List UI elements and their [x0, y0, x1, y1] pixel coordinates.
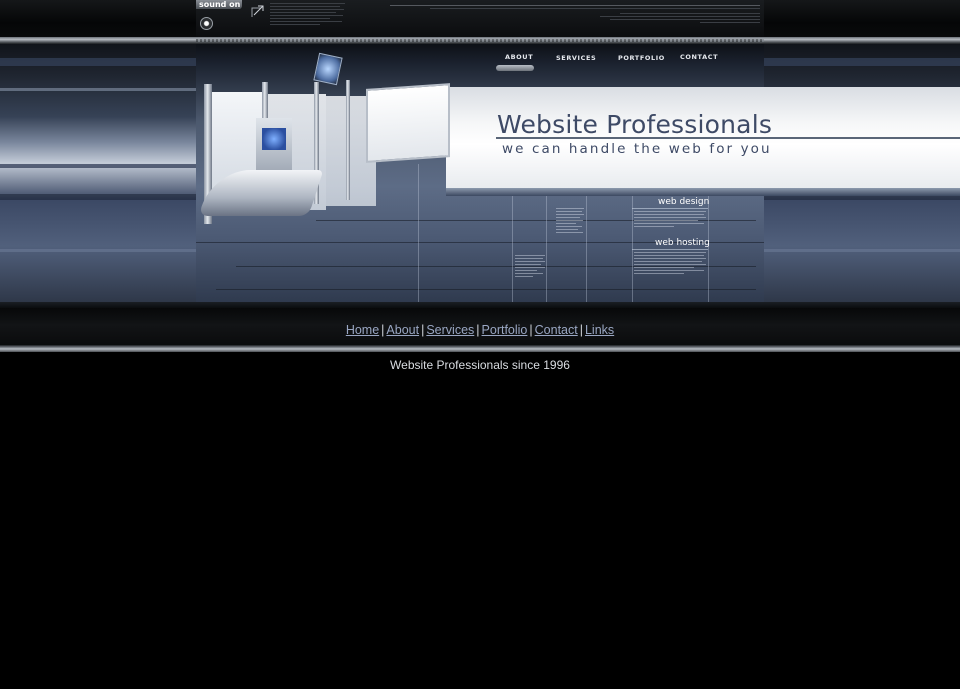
- nav-active-indicator: [496, 65, 534, 71]
- kiosk-screen: [262, 128, 286, 150]
- arrow-up-right-icon: [251, 5, 264, 17]
- footer-nav: Home | About | Services | Portfolio | Contact | Li…: [0, 322, 960, 338]
- decorative-text-block: [390, 5, 760, 11]
- copyright-text: Website Professionals since 1996: [390, 358, 570, 372]
- decorative-text-block: [270, 3, 345, 27]
- nav-portfolio[interactable]: PORTFOLIO: [618, 54, 665, 62]
- service-web-design[interactable]: web design: [658, 197, 709, 207]
- nav-services[interactable]: SERVICES: [556, 54, 596, 62]
- sound-label[interactable]: sound on: [199, 0, 240, 9]
- top-separator-pattern: [196, 39, 764, 42]
- decorative-text-column: [556, 208, 584, 235]
- nav-about[interactable]: ABOUT: [505, 53, 533, 61]
- decorative-text-column: [634, 252, 706, 276]
- nav-contact[interactable]: CONTACT: [680, 53, 718, 61]
- footer-link-about[interactable]: About: [386, 323, 419, 337]
- service-rule: [632, 208, 708, 209]
- banner-bottom-edge: [446, 188, 960, 196]
- footer-link-services[interactable]: Services: [426, 323, 474, 337]
- bottom-separator: [0, 345, 960, 352]
- service-web-hosting[interactable]: web hosting: [655, 238, 710, 248]
- service-rule: [632, 249, 708, 250]
- footer-link-contact[interactable]: Contact: [535, 323, 578, 337]
- footer-separator: |: [476, 323, 480, 337]
- footer-separator: |: [579, 323, 583, 337]
- footer-separator: |: [529, 323, 533, 337]
- sound-toggle-icon[interactable]: [200, 17, 213, 30]
- site-tagline: we can handle the web for you: [502, 141, 772, 157]
- footer-link-home[interactable]: Home: [346, 323, 379, 337]
- decorative-text-column: [515, 255, 545, 279]
- decorative-text-column: [634, 211, 706, 229]
- footer-link-portfolio[interactable]: Portfolio: [482, 323, 528, 337]
- site-title: Website Professionals: [497, 110, 773, 139]
- footer-link-links[interactable]: Links: [585, 323, 614, 337]
- decorative-text-block: [600, 13, 760, 25]
- presentation-screen: [366, 83, 450, 163]
